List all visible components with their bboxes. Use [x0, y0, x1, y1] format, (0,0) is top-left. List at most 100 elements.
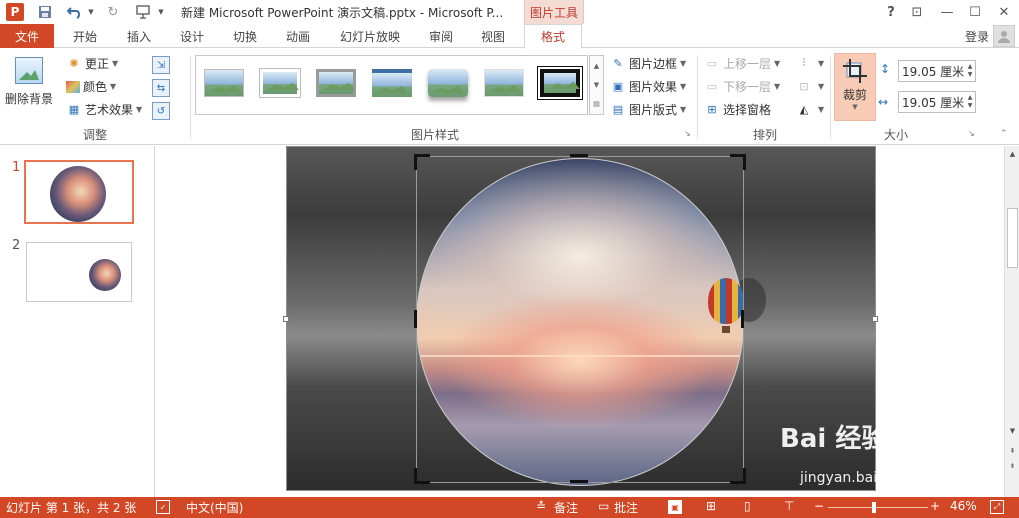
color-button[interactable]: 颜色 ▼ [66, 78, 116, 95]
maximize-icon[interactable]: ☐ [964, 2, 986, 22]
login-link[interactable]: 登录 [965, 28, 989, 45]
powerpoint-logo-icon[interactable]: P [6, 3, 24, 21]
close-icon[interactable]: ✕ [993, 2, 1015, 22]
spinner-icon[interactable]: ▲ ▼ [965, 94, 975, 110]
notes-icon[interactable]: ≛ [536, 499, 546, 513]
slide-sorter-icon[interactable]: ⊞ [706, 499, 716, 513]
picture-styles-group-label: 图片样式 [410, 128, 459, 142]
picture-border-button[interactable]: ✎ 图片边框 ▼ [610, 55, 686, 72]
picture-style-1[interactable] [202, 66, 246, 100]
compress-pictures-icon[interactable]: ⇲ [152, 56, 170, 74]
reading-view-icon[interactable]: ▯ [744, 499, 751, 513]
picture-style-2[interactable] [258, 66, 302, 100]
ribbon-display-options-icon[interactable]: ⊡ [906, 2, 928, 22]
vertical-scrollbar[interactable]: ▲ ▼ ⇞ ⇟ [1004, 146, 1019, 497]
dropdown-icon: ▼ [110, 82, 117, 91]
picture-style-7[interactable] [537, 66, 583, 100]
gallery-up-icon[interactable]: ▲ [594, 62, 599, 70]
customize-toolbar-icon[interactable]: ▼ [156, 3, 166, 21]
reset-picture-icon[interactable]: ↺ [152, 102, 170, 120]
gallery-scroll[interactable]: ▲ ▼ ▤ [589, 55, 604, 115]
normal-view-icon[interactable]: ▣ [668, 500, 682, 514]
crop-handle-left[interactable] [414, 310, 417, 328]
fit-to-window-icon[interactable]: ⤢ [990, 500, 1004, 514]
picture-style-5[interactable] [426, 66, 470, 100]
spell-check-icon[interactable]: ✓ [156, 500, 170, 514]
send-backward-button[interactable]: ▭ 下移一层 ▼ [704, 78, 780, 95]
tab-animations[interactable]: 动画 [275, 24, 321, 48]
undo-dropdown-icon[interactable]: ▼ [86, 3, 96, 21]
scroll-down-icon[interactable]: ▼ [1008, 426, 1017, 435]
zoom-slider[interactable] [828, 507, 928, 508]
group-button[interactable]: ⊡ ▼ [796, 78, 824, 94]
minimize-icon[interactable]: — [936, 2, 958, 22]
width-field[interactable]: 19.05 厘米 ▲ ▼ [898, 91, 976, 113]
picture-style-4[interactable] [370, 66, 414, 100]
crop-handle-bottom-left[interactable] [414, 468, 430, 484]
change-picture-icon[interactable]: ⇆ [152, 79, 170, 97]
comments-icon[interactable]: ▭ [598, 499, 609, 513]
present-icon[interactable] [132, 3, 154, 21]
remove-background-button[interactable]: 删除背景 [4, 55, 54, 107]
gallery-down-icon[interactable]: ▼ [594, 81, 599, 89]
scroll-up-icon[interactable]: ▲ [1008, 149, 1017, 158]
corrections-button[interactable]: ✺ 更正 ▼ [66, 55, 118, 72]
resize-handle-right[interactable] [872, 316, 878, 322]
spinner-icon[interactable]: ▲ ▼ [965, 63, 975, 79]
collapse-ribbon-icon[interactable]: ⌃ [1000, 129, 1008, 139]
bring-forward-button[interactable]: ▭ 上移一层 ▼ [704, 55, 780, 72]
picture-effects-button[interactable]: ▣ 图片效果 ▼ [610, 78, 686, 95]
dropdown-icon: ▼ [774, 82, 781, 91]
previous-slide-icon[interactable]: ⇞ [1008, 446, 1017, 455]
dialog-launcher-icon[interactable]: ↘ [968, 129, 975, 138]
slide-thumbnail-panel: 1 2 [0, 146, 155, 497]
next-slide-icon[interactable]: ⇟ [1008, 461, 1017, 470]
crop-handle-bottom[interactable] [570, 480, 588, 483]
redo-icon[interactable]: ↻ [104, 3, 122, 21]
crop-handle-top[interactable] [570, 154, 588, 157]
baidu-watermark: Bai 经验 [780, 424, 888, 454]
comments-button[interactable]: 批注 [614, 499, 638, 516]
slide-thumbnail-1[interactable] [24, 160, 134, 224]
tab-review[interactable]: 审阅 [418, 24, 464, 48]
crop-handle-bottom-right[interactable] [730, 468, 746, 484]
crop-handle-top-left[interactable] [414, 154, 430, 170]
dialog-launcher-icon[interactable]: ↘ [684, 129, 691, 138]
align-button[interactable]: ⫶ ▼ [796, 55, 825, 71]
artistic-effects-button[interactable]: ▦ 艺术效果 ▼ [66, 101, 142, 118]
tab-format[interactable]: 格式 [524, 24, 582, 49]
crop-handle-top-right[interactable] [730, 154, 746, 170]
gallery-more-icon[interactable]: ▤ [593, 100, 600, 108]
help-icon[interactable]: ? [880, 2, 902, 22]
tab-slideshow[interactable]: 幻灯片放映 [330, 24, 410, 48]
language[interactable]: 中文(中国) [186, 499, 243, 516]
tab-design[interactable]: 设计 [169, 24, 215, 48]
tab-insert[interactable]: 插入 [116, 24, 162, 48]
tab-transitions[interactable]: 切换 [222, 24, 268, 48]
save-icon[interactable] [36, 3, 54, 21]
crop-handle-right[interactable] [741, 310, 744, 328]
tab-view[interactable]: 视图 [470, 24, 516, 48]
height-field[interactable]: 19.05 厘米 ▲ ▼ [898, 60, 976, 82]
picture-layout-button[interactable]: ▤ 图片版式 ▼ [610, 101, 686, 118]
picture-styles-gallery[interactable] [195, 55, 588, 115]
tab-file[interactable]: 文件 [0, 24, 54, 48]
resize-handle-left[interactable] [283, 316, 289, 322]
rotate-button[interactable]: ◭ ▼ [796, 101, 824, 117]
zoom-level[interactable]: 46% [950, 499, 977, 513]
selection-pane-button[interactable]: ⊞ 选择窗格 [704, 101, 771, 118]
tab-home[interactable]: 开始 [62, 24, 108, 48]
crop-button[interactable]: 裁剪 ▼ [834, 53, 876, 121]
slideshow-icon[interactable]: ⊤ [784, 499, 794, 513]
avatar[interactable] [993, 25, 1015, 47]
zoom-in-icon[interactable]: + [930, 499, 940, 513]
zoom-slider-thumb[interactable] [872, 502, 876, 513]
notes-button[interactable]: 备注 [554, 499, 578, 516]
scrollbar-thumb[interactable] [1007, 208, 1018, 268]
picture-style-3[interactable] [314, 66, 358, 100]
picture-style-6[interactable] [482, 66, 526, 100]
zoom-out-icon[interactable]: − [814, 499, 824, 513]
undo-icon[interactable] [64, 3, 86, 21]
slide-thumbnail-2[interactable] [26, 242, 132, 302]
width-icon: ↔ [878, 95, 889, 109]
